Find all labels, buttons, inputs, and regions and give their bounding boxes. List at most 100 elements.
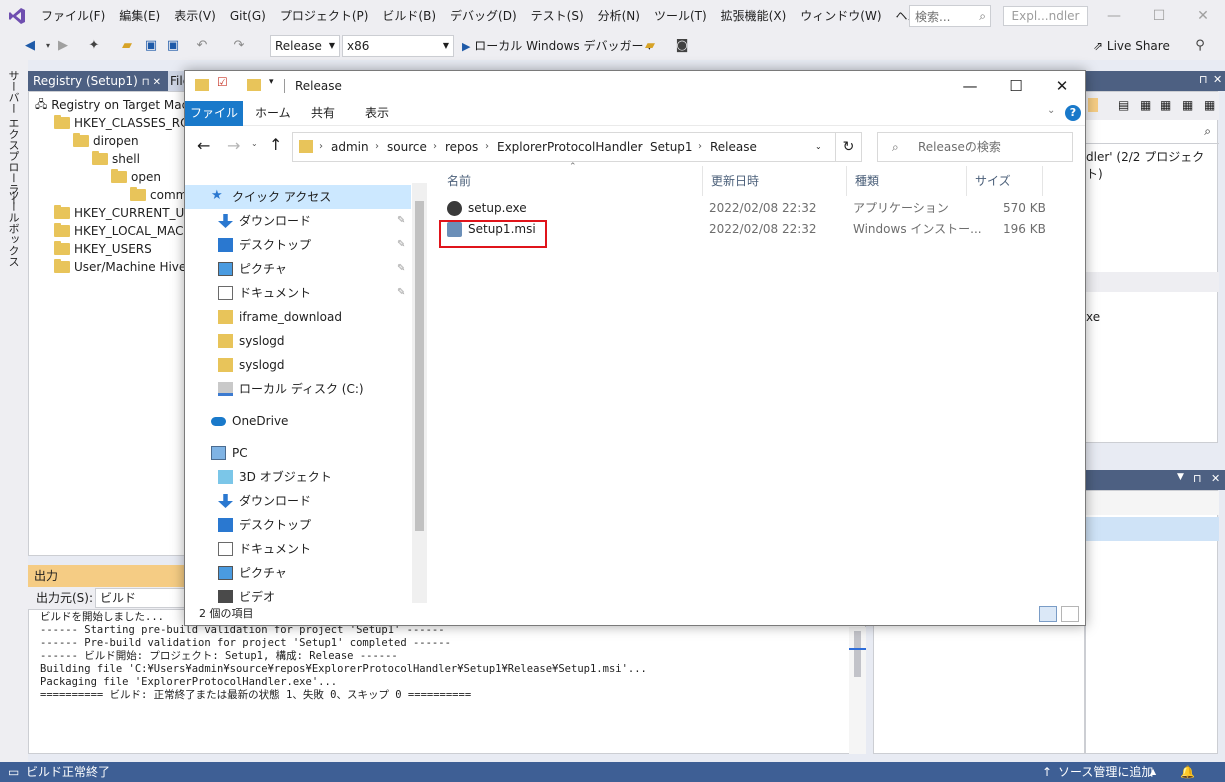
- new-folder-icon[interactable]: [247, 79, 261, 91]
- tab-registry-setup1[interactable]: Registry (Setup1) ⊓ ✕: [28, 71, 167, 91]
- nav-item[interactable]: ビデオ: [185, 585, 411, 603]
- close-icon[interactable]: ✕: [1211, 472, 1220, 485]
- open-folder-icon[interactable]: ▰: [119, 38, 135, 54]
- pin-icon[interactable]: ✎: [397, 209, 405, 233]
- breadcrumb-item[interactable]: ExplorerProtocolHandler: [497, 133, 643, 161]
- menu-item[interactable]: 編集(E): [112, 0, 167, 32]
- menu-item[interactable]: 分析(N): [591, 0, 647, 32]
- minimize-button[interactable]: —: [1092, 0, 1136, 32]
- nav-item[interactable]: デスクトップ: [185, 513, 411, 537]
- breadcrumb-item[interactable]: Setup1: [650, 133, 693, 161]
- refresh-button[interactable]: ↻: [836, 132, 862, 162]
- recent-locations-icon[interactable]: ⌄: [251, 139, 258, 148]
- breadcrumb-chevron-icon[interactable]: ›: [319, 133, 323, 161]
- redo-icon[interactable]: ↷: [231, 38, 247, 54]
- chevron-up-icon[interactable]: ▲: [1150, 762, 1156, 782]
- registry-tree-item[interactable]: diropen: [73, 132, 139, 150]
- new-project-icon[interactable]: ✦: [86, 38, 102, 54]
- address-bar[interactable]: › admin › source › repos › ExplorerProtocolHan…: [292, 132, 836, 162]
- scrollbar-thumb[interactable]: [854, 631, 861, 677]
- breadcrumb-item[interactable]: admin: [331, 133, 369, 161]
- menu-item[interactable]: Git(G): [223, 0, 273, 32]
- quick-access-dropdown-icon[interactable]: ▾: [269, 77, 274, 87]
- menu-item[interactable]: ウィンドウ(W): [793, 0, 888, 32]
- breadcrumb-chevron-icon[interactable]: ›: [375, 133, 379, 161]
- pin-icon[interactable]: ✎: [397, 233, 405, 257]
- registry-icon[interactable]: ▦: [1160, 98, 1171, 112]
- back-icon[interactable]: ◀: [22, 38, 38, 54]
- toolbox-tab[interactable]: ツールボックス: [5, 190, 21, 267]
- back-dropdown-icon[interactable]: ▾: [40, 38, 56, 54]
- toolbar-icon[interactable]: [1088, 98, 1098, 112]
- nav-item[interactable]: ドキュメント ✎: [185, 281, 411, 305]
- properties-selected-row[interactable]: [1086, 517, 1219, 541]
- solution-node[interactable]: dler' (2/2 プロジェクト): [1086, 148, 1217, 182]
- server-explorer-tab[interactable]: サーバー エクスプローラー: [5, 70, 21, 206]
- breadcrumb-item[interactable]: repos: [445, 133, 478, 161]
- file-row[interactable]: setup.exe 2022/02/08 22:32 アプリケーション 570 KB: [439, 198, 1079, 219]
- close-button[interactable]: ✕: [1181, 0, 1225, 32]
- notification-bell-icon[interactable]: 🔔: [1180, 762, 1195, 782]
- registry-tree-item[interactable]: HKEY_USERS: [54, 240, 152, 258]
- registry-tree-item[interactable]: HKEY_CURRENT_USER: [54, 204, 187, 222]
- breadcrumb-chevron-icon[interactable]: ›: [698, 133, 702, 161]
- nav-item[interactable]: ★ クイック アクセス: [185, 185, 411, 209]
- column-header-type[interactable]: 種類: [847, 166, 967, 196]
- nav-item[interactable]: ローカル ディスク (C:): [185, 377, 411, 401]
- nav-item[interactable]: デスクトップ ✎: [185, 233, 411, 257]
- menu-item[interactable]: プロジェクト(P): [273, 0, 376, 32]
- output-panel-title[interactable]: 出力: [28, 565, 188, 587]
- arrow-up-icon[interactable]: ↑: [1042, 762, 1052, 782]
- platform-select[interactable]: x86 ▼: [342, 35, 454, 57]
- nav-item[interactable]: ダウンロード ✎: [185, 209, 411, 233]
- registry-tree-item[interactable]: shell: [92, 150, 140, 168]
- large-icons-view-icon[interactable]: [1061, 606, 1079, 622]
- ribbon-tab-share[interactable]: 共有: [311, 101, 335, 126]
- details-view-icon[interactable]: [1039, 606, 1057, 622]
- ribbon-tab-view[interactable]: 表示: [365, 101, 389, 126]
- screenshot-icon[interactable]: ◙: [674, 38, 690, 54]
- menu-item[interactable]: 拡張機能(X): [714, 0, 794, 32]
- configuration-select[interactable]: Release ▼: [270, 35, 340, 57]
- maximize-button[interactable]: ☐: [1137, 0, 1181, 32]
- explorer-title-bar[interactable]: ☑ ▾ Release — ☐ ✕: [185, 71, 1085, 101]
- menu-item[interactable]: 表示(V): [167, 0, 223, 32]
- breadcrumb-chevron-icon[interactable]: ›: [433, 133, 437, 161]
- filetype-icon[interactable]: ▦: [1182, 98, 1193, 112]
- output-text[interactable]: ビルドを開始しました... ------ Starting pre-build v…: [28, 609, 866, 754]
- undo-icon[interactable]: ↶: [194, 38, 210, 54]
- up-arrow-icon[interactable]: ↑: [269, 135, 282, 154]
- breadcrumb-chevron-icon[interactable]: ›: [638, 133, 642, 161]
- nav-item[interactable]: OneDrive: [185, 409, 411, 433]
- properties-check-icon[interactable]: ☑: [217, 75, 228, 89]
- breadcrumb-item[interactable]: source: [387, 133, 427, 161]
- nav-item[interactable]: syslogd: [185, 353, 411, 377]
- nav-item[interactable]: iframe_download: [185, 305, 411, 329]
- nav-item[interactable]: ドキュメント: [185, 537, 411, 561]
- pin-icon[interactable]: ⊓: [1199, 73, 1208, 86]
- registry-tree-item[interactable]: HKEY_CLASSES_ROOT: [54, 114, 187, 132]
- column-header-name[interactable]: 名前: [439, 166, 703, 196]
- address-dropdown-icon[interactable]: ⌄: [815, 133, 822, 161]
- registry-tree-item[interactable]: open: [111, 168, 161, 186]
- ribbon-tab-home[interactable]: ホーム: [255, 101, 291, 126]
- forward-arrow-icon[interactable]: →: [227, 136, 240, 155]
- start-debugger-button[interactable]: ▶ ローカル Windows デバッガー ▾: [462, 35, 651, 57]
- column-header-date[interactable]: 更新日時: [703, 166, 847, 196]
- search-input[interactable]: 検索... ⌕: [909, 5, 991, 27]
- pin-icon[interactable]: ⊓: [1193, 472, 1202, 485]
- selected-row[interactable]: [1086, 272, 1219, 292]
- forward-icon[interactable]: ▶: [55, 38, 71, 54]
- registry-tree-item[interactable]: command: [130, 186, 187, 204]
- browse-folder-icon[interactable]: ▰: [642, 38, 658, 54]
- folder-search-input[interactable]: ⌕ Releaseの検索: [877, 132, 1073, 162]
- menu-item[interactable]: テスト(S): [524, 0, 591, 32]
- save-icon[interactable]: ▣: [143, 38, 159, 54]
- menu-item[interactable]: ビルド(B): [375, 0, 443, 32]
- nav-item[interactable]: 3D オブジェクト: [185, 465, 411, 489]
- ribbon-file-tab[interactable]: ファイル: [185, 101, 243, 126]
- explorer-maximize-button[interactable]: ☐: [993, 71, 1039, 101]
- explorer-close-button[interactable]: ✕: [1039, 71, 1085, 101]
- help-icon[interactable]: ?: [1065, 105, 1081, 121]
- save-all-icon[interactable]: ▣: [165, 38, 181, 54]
